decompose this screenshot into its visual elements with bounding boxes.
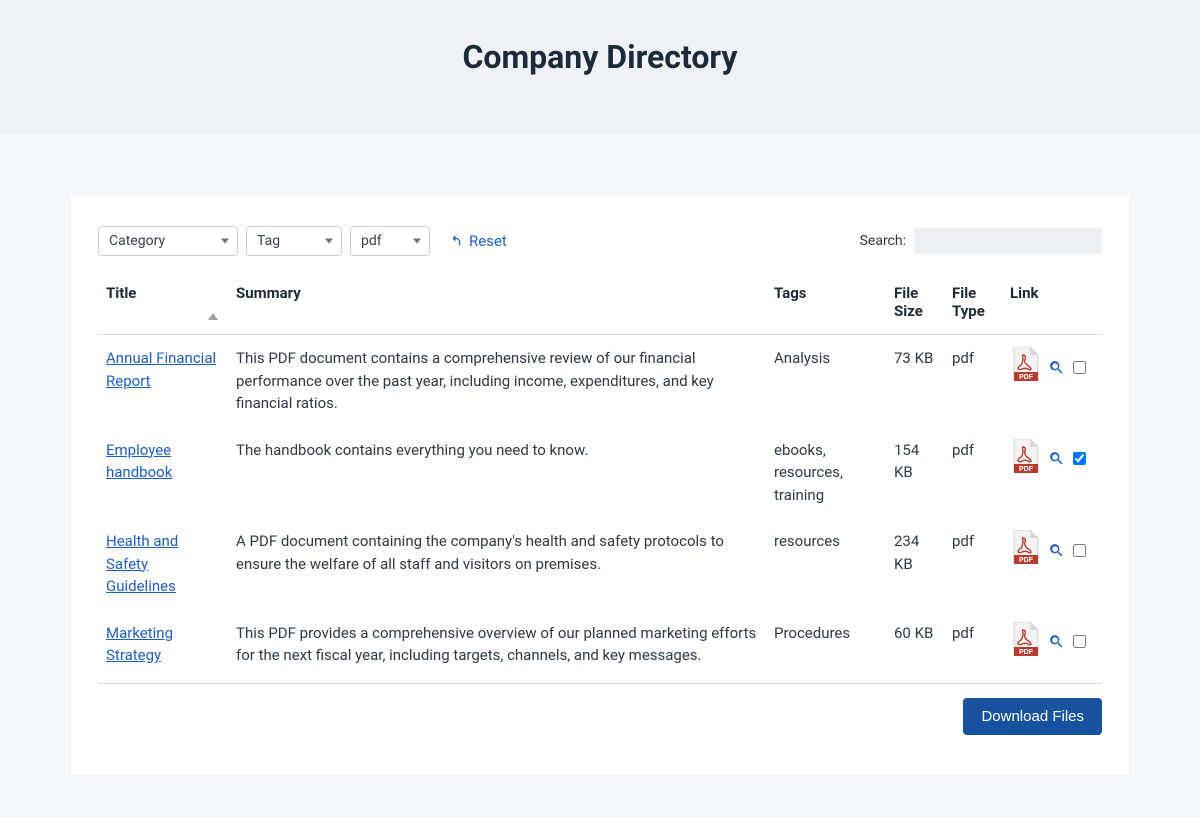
- chevron-down-icon: [325, 239, 333, 244]
- pdf-file-icon: PDF: [1010, 530, 1040, 564]
- documents-table: Title Summary Tags File Size File Type L…: [98, 274, 1102, 684]
- column-tags[interactable]: Tags: [766, 274, 886, 335]
- document-summary: A PDF document containing the company's …: [228, 518, 766, 610]
- table-row: Health and Safety Guidelines A PDF docume…: [98, 518, 1102, 610]
- filter-bar: Category Tag pdf Reset Search:: [98, 226, 1102, 256]
- preview-icon[interactable]: [1048, 450, 1065, 467]
- category-filter[interactable]: Category: [98, 226, 238, 256]
- document-file-size: 154 KB: [886, 427, 944, 519]
- svg-text:PDF: PDF: [1019, 374, 1034, 381]
- preview-icon[interactable]: [1048, 359, 1065, 376]
- document-file-type: pdf: [944, 335, 1002, 427]
- directory-card: Category Tag pdf Reset Search:: [70, 196, 1130, 775]
- document-summary: The handbook contains everything you nee…: [228, 427, 766, 519]
- document-file-type: pdf: [944, 427, 1002, 519]
- reset-button[interactable]: Reset: [448, 232, 507, 250]
- pdf-file-icon: PDF: [1010, 622, 1040, 656]
- document-file-size: 234 KB: [886, 518, 944, 610]
- tag-filter[interactable]: Tag: [246, 226, 342, 256]
- document-title-link[interactable]: Health and Safety Guidelines: [106, 532, 178, 595]
- type-filter-value: pdf: [361, 233, 382, 249]
- document-file-type: pdf: [944, 610, 1002, 684]
- document-file-size: 73 KB: [886, 335, 944, 427]
- table-row: Marketing Strategy This PDF provides a co…: [98, 610, 1102, 684]
- row-select-checkbox[interactable]: [1073, 544, 1086, 557]
- document-summary: This PDF document contains a comprehensi…: [228, 335, 766, 427]
- chevron-down-icon: [221, 239, 229, 244]
- download-link[interactable]: PDF: [1010, 530, 1040, 571]
- search-input[interactable]: [914, 228, 1102, 254]
- table-row: Employee handbook The handbook contains e…: [98, 427, 1102, 519]
- download-files-button[interactable]: Download Files: [963, 698, 1102, 735]
- document-title-link[interactable]: Employee handbook: [106, 441, 172, 482]
- undo-icon: [448, 234, 463, 249]
- sort-asc-icon: [208, 313, 218, 320]
- column-file-type[interactable]: File Type: [944, 274, 1002, 335]
- download-link[interactable]: PDF: [1010, 622, 1040, 663]
- row-select-checkbox[interactable]: [1073, 452, 1086, 465]
- document-tags: Analysis: [766, 335, 886, 427]
- document-title-link[interactable]: Marketing Strategy: [106, 624, 173, 665]
- row-select-checkbox[interactable]: [1073, 361, 1086, 374]
- document-tags: ebooks, resources, training: [766, 427, 886, 519]
- category-filter-label: Category: [109, 233, 165, 249]
- reset-label: Reset: [469, 232, 507, 250]
- document-summary: This PDF provides a comprehensive overvi…: [228, 610, 766, 684]
- document-file-size: 60 KB: [886, 610, 944, 684]
- svg-text:PDF: PDF: [1019, 649, 1034, 656]
- document-tags: Procedures: [766, 610, 886, 684]
- pdf-file-icon: PDF: [1010, 439, 1040, 473]
- svg-text:PDF: PDF: [1019, 557, 1034, 564]
- download-link[interactable]: PDF: [1010, 347, 1040, 388]
- preview-icon[interactable]: [1048, 633, 1065, 650]
- chevron-down-icon: [413, 239, 421, 244]
- pdf-file-icon: PDF: [1010, 347, 1040, 381]
- search-label: Search:: [860, 233, 906, 249]
- row-select-checkbox[interactable]: [1073, 635, 1086, 648]
- svg-text:PDF: PDF: [1019, 466, 1034, 473]
- column-summary[interactable]: Summary: [228, 274, 766, 335]
- document-file-type: pdf: [944, 518, 1002, 610]
- column-file-size[interactable]: File Size: [886, 274, 944, 335]
- document-tags: resources: [766, 518, 886, 610]
- column-link: Link: [1002, 274, 1102, 335]
- type-filter[interactable]: pdf: [350, 226, 430, 256]
- tag-filter-label: Tag: [257, 233, 280, 249]
- document-title-link[interactable]: Annual Financial Report: [106, 349, 216, 390]
- preview-icon[interactable]: [1048, 542, 1065, 559]
- column-title[interactable]: Title: [98, 274, 228, 335]
- hero-banner: Company Directory: [0, 0, 1200, 134]
- table-row: Annual Financial Report This PDF document…: [98, 335, 1102, 427]
- download-link[interactable]: PDF: [1010, 439, 1040, 480]
- page-title: Company Directory: [0, 38, 1200, 76]
